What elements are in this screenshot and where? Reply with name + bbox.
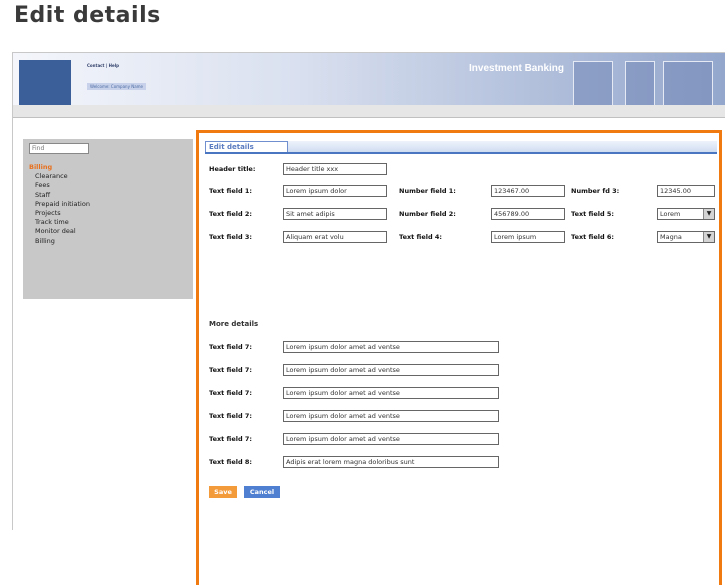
text-field-1-input[interactable]: Lorem ipsum dolor xyxy=(283,185,387,197)
text-field-7-label: Text field 7: xyxy=(209,412,253,420)
header-banner: Contact | Help Welcome: Company Name Inv… xyxy=(13,53,725,105)
number-field-1-label: Number field 1: xyxy=(399,187,456,195)
text-field-4-input[interactable]: Lorem ipsum xyxy=(491,231,565,243)
cancel-button[interactable]: Cancel xyxy=(244,486,280,498)
sidebar-item-billing-2[interactable]: Billing xyxy=(29,237,90,246)
building-graphic xyxy=(573,61,613,105)
text-field-5-label: Text field 5: xyxy=(571,210,615,218)
text-field-6-select[interactable]: Magna ▼ xyxy=(657,231,715,243)
text-field-8-input[interactable]: Adipis erat lorem magna doloribus sunt xyxy=(283,456,499,468)
more-details-heading: More details xyxy=(209,320,259,328)
sidebar: Find Billing Clearance Fees Staff Prepai… xyxy=(23,139,193,299)
header-title-input[interactable]: Header title xxx xyxy=(283,163,387,175)
text-field-7-input[interactable]: Lorem ipsum dolor amet ad ventse xyxy=(283,364,499,376)
company-logo xyxy=(19,60,71,105)
text-field-3-label: Text field 3: xyxy=(209,233,253,241)
text-field-6-label: Text field 6: xyxy=(571,233,615,241)
toolbar-strip xyxy=(13,105,725,118)
text-field-7-label: Text field 7: xyxy=(209,435,253,443)
page-title: Edit details xyxy=(14,3,161,28)
number-fd-3-label: Number fd 3: xyxy=(571,187,620,195)
tab-bar: Edit details xyxy=(205,141,717,154)
text-field-7-input[interactable]: Lorem ipsum dolor amet ad ventse xyxy=(283,433,499,445)
text-field-1-label: Text field 1: xyxy=(209,187,253,195)
edit-details-panel: Edit details Header title: Header title … xyxy=(196,130,722,585)
app-window: Contact | Help Welcome: Company Name Inv… xyxy=(12,52,725,585)
header-links[interactable]: Contact | Help xyxy=(87,63,119,68)
save-button[interactable]: Save xyxy=(209,486,237,498)
text-field-7-label: Text field 7: xyxy=(209,366,253,374)
sidebar-item-prepaid-initiation[interactable]: Prepaid initiation xyxy=(29,200,90,209)
tab-edit-details[interactable]: Edit details xyxy=(205,141,288,152)
building-graphic xyxy=(625,61,655,105)
text-field-3-input[interactable]: Aliquam erat volu xyxy=(283,231,387,243)
text-field-2-input[interactable]: Sit amet adipis xyxy=(283,208,387,220)
sidebar-item-track-time[interactable]: Track time xyxy=(29,218,90,227)
sidebar-search-input[interactable]: Find xyxy=(29,143,89,154)
text-field-6-value: Magna xyxy=(660,233,682,241)
banner-title: Investment Banking xyxy=(469,63,565,74)
welcome-text: Welcome: Company Name xyxy=(87,83,147,90)
number-field-2-input[interactable]: 456789.00 xyxy=(491,208,565,220)
text-field-7-input[interactable]: Lorem ipsum dolor amet ad ventse xyxy=(283,410,499,422)
text-field-5-select[interactable]: Lorem ▼ xyxy=(657,208,715,220)
sidebar-item-staff[interactable]: Staff xyxy=(29,191,90,200)
text-field-7-label: Text field 7: xyxy=(209,343,253,351)
text-field-2-label: Text field 2: xyxy=(209,210,253,218)
number-fd-3-input[interactable]: 12345.00 xyxy=(657,185,715,197)
text-field-8-label: Text field 8: xyxy=(209,458,253,466)
sidebar-item-billing[interactable]: Billing xyxy=(29,163,90,172)
number-field-2-label: Number field 2: xyxy=(399,210,456,218)
text-field-4-label: Text field 4: xyxy=(399,233,443,241)
text-field-5-value: Lorem xyxy=(660,210,681,218)
text-field-7-input[interactable]: Lorem ipsum dolor amet ad ventse xyxy=(283,341,499,353)
sidebar-item-monitor-deal[interactable]: Monitor deal xyxy=(29,227,90,236)
building-graphic xyxy=(663,61,713,105)
sidebar-item-clearance[interactable]: Clearance xyxy=(29,172,90,181)
chevron-down-icon[interactable]: ▼ xyxy=(703,232,714,242)
sidebar-item-projects[interactable]: Projects xyxy=(29,209,90,218)
text-field-7-input[interactable]: Lorem ipsum dolor amet ad ventse xyxy=(283,387,499,399)
header-title-label: Header title: xyxy=(209,165,256,173)
sidebar-menu: Billing Clearance Fees Staff Prepaid ini… xyxy=(29,163,90,246)
text-field-7-label: Text field 7: xyxy=(209,389,253,397)
number-field-1-input[interactable]: 123467.00 xyxy=(491,185,565,197)
sidebar-item-fees[interactable]: Fees xyxy=(29,181,90,190)
chevron-down-icon[interactable]: ▼ xyxy=(703,209,714,219)
